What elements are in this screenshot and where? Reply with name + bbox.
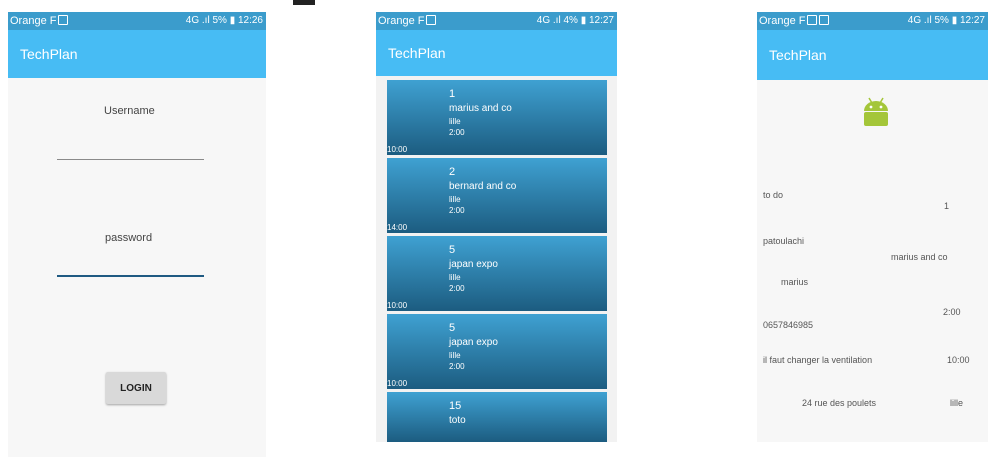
password-label: password bbox=[105, 232, 153, 244]
description-text: il faut changer la ventilation bbox=[763, 355, 873, 365]
status-value: to do bbox=[763, 190, 784, 200]
contact-first-name: patoulachi bbox=[763, 236, 805, 246]
card-time: 10:00 bbox=[387, 301, 408, 310]
card-duration: 2:00 bbox=[449, 362, 465, 371]
app-bar: TechPlan bbox=[757, 30, 988, 80]
intervention-card[interactable]: 5 japan expo lille 2:00 10:00 bbox=[387, 314, 607, 389]
notification-icon bbox=[426, 15, 437, 25]
carrier-name: Orange F bbox=[10, 12, 69, 30]
card-number: 1 bbox=[449, 88, 456, 100]
intervention-number: 1 bbox=[944, 201, 950, 211]
status-bar: Orange F 4G .ıl 5% ▮ 12:26 bbox=[8, 12, 266, 30]
carrier-name: Orange F bbox=[759, 12, 830, 30]
top-edge-mark bbox=[293, 0, 315, 5]
notification-icon bbox=[819, 15, 830, 25]
card-duration: 2:00 bbox=[449, 128, 465, 137]
address-text: 24 rue des poulets bbox=[802, 398, 877, 408]
card-number: 15 bbox=[449, 400, 462, 412]
card-duration: 2:00 bbox=[449, 206, 465, 215]
app-title: TechPlan bbox=[388, 45, 446, 61]
login-button[interactable]: LOGIN bbox=[106, 372, 166, 404]
username-label: Username bbox=[104, 105, 155, 117]
time-value: 10:00 bbox=[947, 355, 970, 365]
city-text: lille bbox=[950, 398, 964, 408]
card-duration: 2:00 bbox=[449, 284, 465, 293]
card-time: 10:00 bbox=[387, 145, 408, 154]
list-screen: Orange F 4G .ıl 4% ▮ 12:27 TechPlan 1 ma… bbox=[376, 12, 617, 442]
intervention-card[interactable]: 15 toto bbox=[387, 392, 607, 442]
status-bar: Orange F 4G .ıl 4% ▮ 12:27 bbox=[376, 12, 617, 30]
status-bar: Orange F 4G .ıl 5% ▮ 12:27 bbox=[757, 12, 988, 30]
contact-last-name: marius bbox=[781, 277, 809, 287]
card-city: lille bbox=[449, 351, 461, 360]
card-client: bernard and co bbox=[449, 181, 517, 192]
card-time: 14:00 bbox=[387, 223, 408, 232]
app-bar: TechPlan bbox=[8, 30, 266, 78]
android-icon bbox=[864, 97, 888, 126]
notification-icon bbox=[58, 15, 69, 25]
card-client: marius and co bbox=[449, 103, 512, 114]
intervention-card[interactable]: 5 japan expo lille 2:00 10:00 bbox=[387, 236, 607, 311]
card-city: lille bbox=[449, 117, 461, 126]
card-number: 5 bbox=[449, 244, 456, 256]
app-bar: TechPlan bbox=[376, 30, 617, 76]
status-indicators: 4G .ıl 5% ▮ 12:27 bbox=[907, 15, 985, 26]
app-title: TechPlan bbox=[20, 46, 78, 62]
carrier-name: Orange F bbox=[378, 12, 437, 30]
intervention-card[interactable]: 2 bernard and co lille 2:00 14:00 bbox=[387, 158, 607, 233]
status-indicators: 4G .ıl 4% ▮ 12:27 bbox=[536, 15, 614, 26]
status-indicators: 4G .ıl 5% ▮ 12:26 bbox=[185, 15, 263, 26]
phone-number: 0657846985 bbox=[763, 320, 814, 330]
username-field[interactable] bbox=[57, 159, 204, 160]
intervention-card[interactable]: 1 marius and co lille 2:00 10:00 bbox=[387, 80, 607, 155]
card-client: japan expo bbox=[449, 259, 498, 270]
detail-screen: Orange F 4G .ıl 5% ▮ 12:27 TechPlan to d… bbox=[757, 12, 988, 442]
card-client: japan expo bbox=[449, 337, 498, 348]
card-city: lille bbox=[449, 195, 461, 204]
duration-value: 2:00 bbox=[943, 307, 961, 317]
password-field[interactable] bbox=[57, 275, 204, 277]
card-number: 2 bbox=[449, 166, 456, 178]
app-title: TechPlan bbox=[769, 47, 827, 63]
company-name: marius and co bbox=[891, 252, 948, 262]
login-screen: Orange F 4G .ıl 5% ▮ 12:26 TechPlan User… bbox=[8, 12, 266, 457]
card-time: 10:00 bbox=[387, 379, 408, 388]
sim-icon bbox=[807, 15, 818, 25]
card-number: 5 bbox=[449, 322, 456, 334]
card-city: lille bbox=[449, 273, 461, 282]
card-client: toto bbox=[449, 415, 466, 426]
